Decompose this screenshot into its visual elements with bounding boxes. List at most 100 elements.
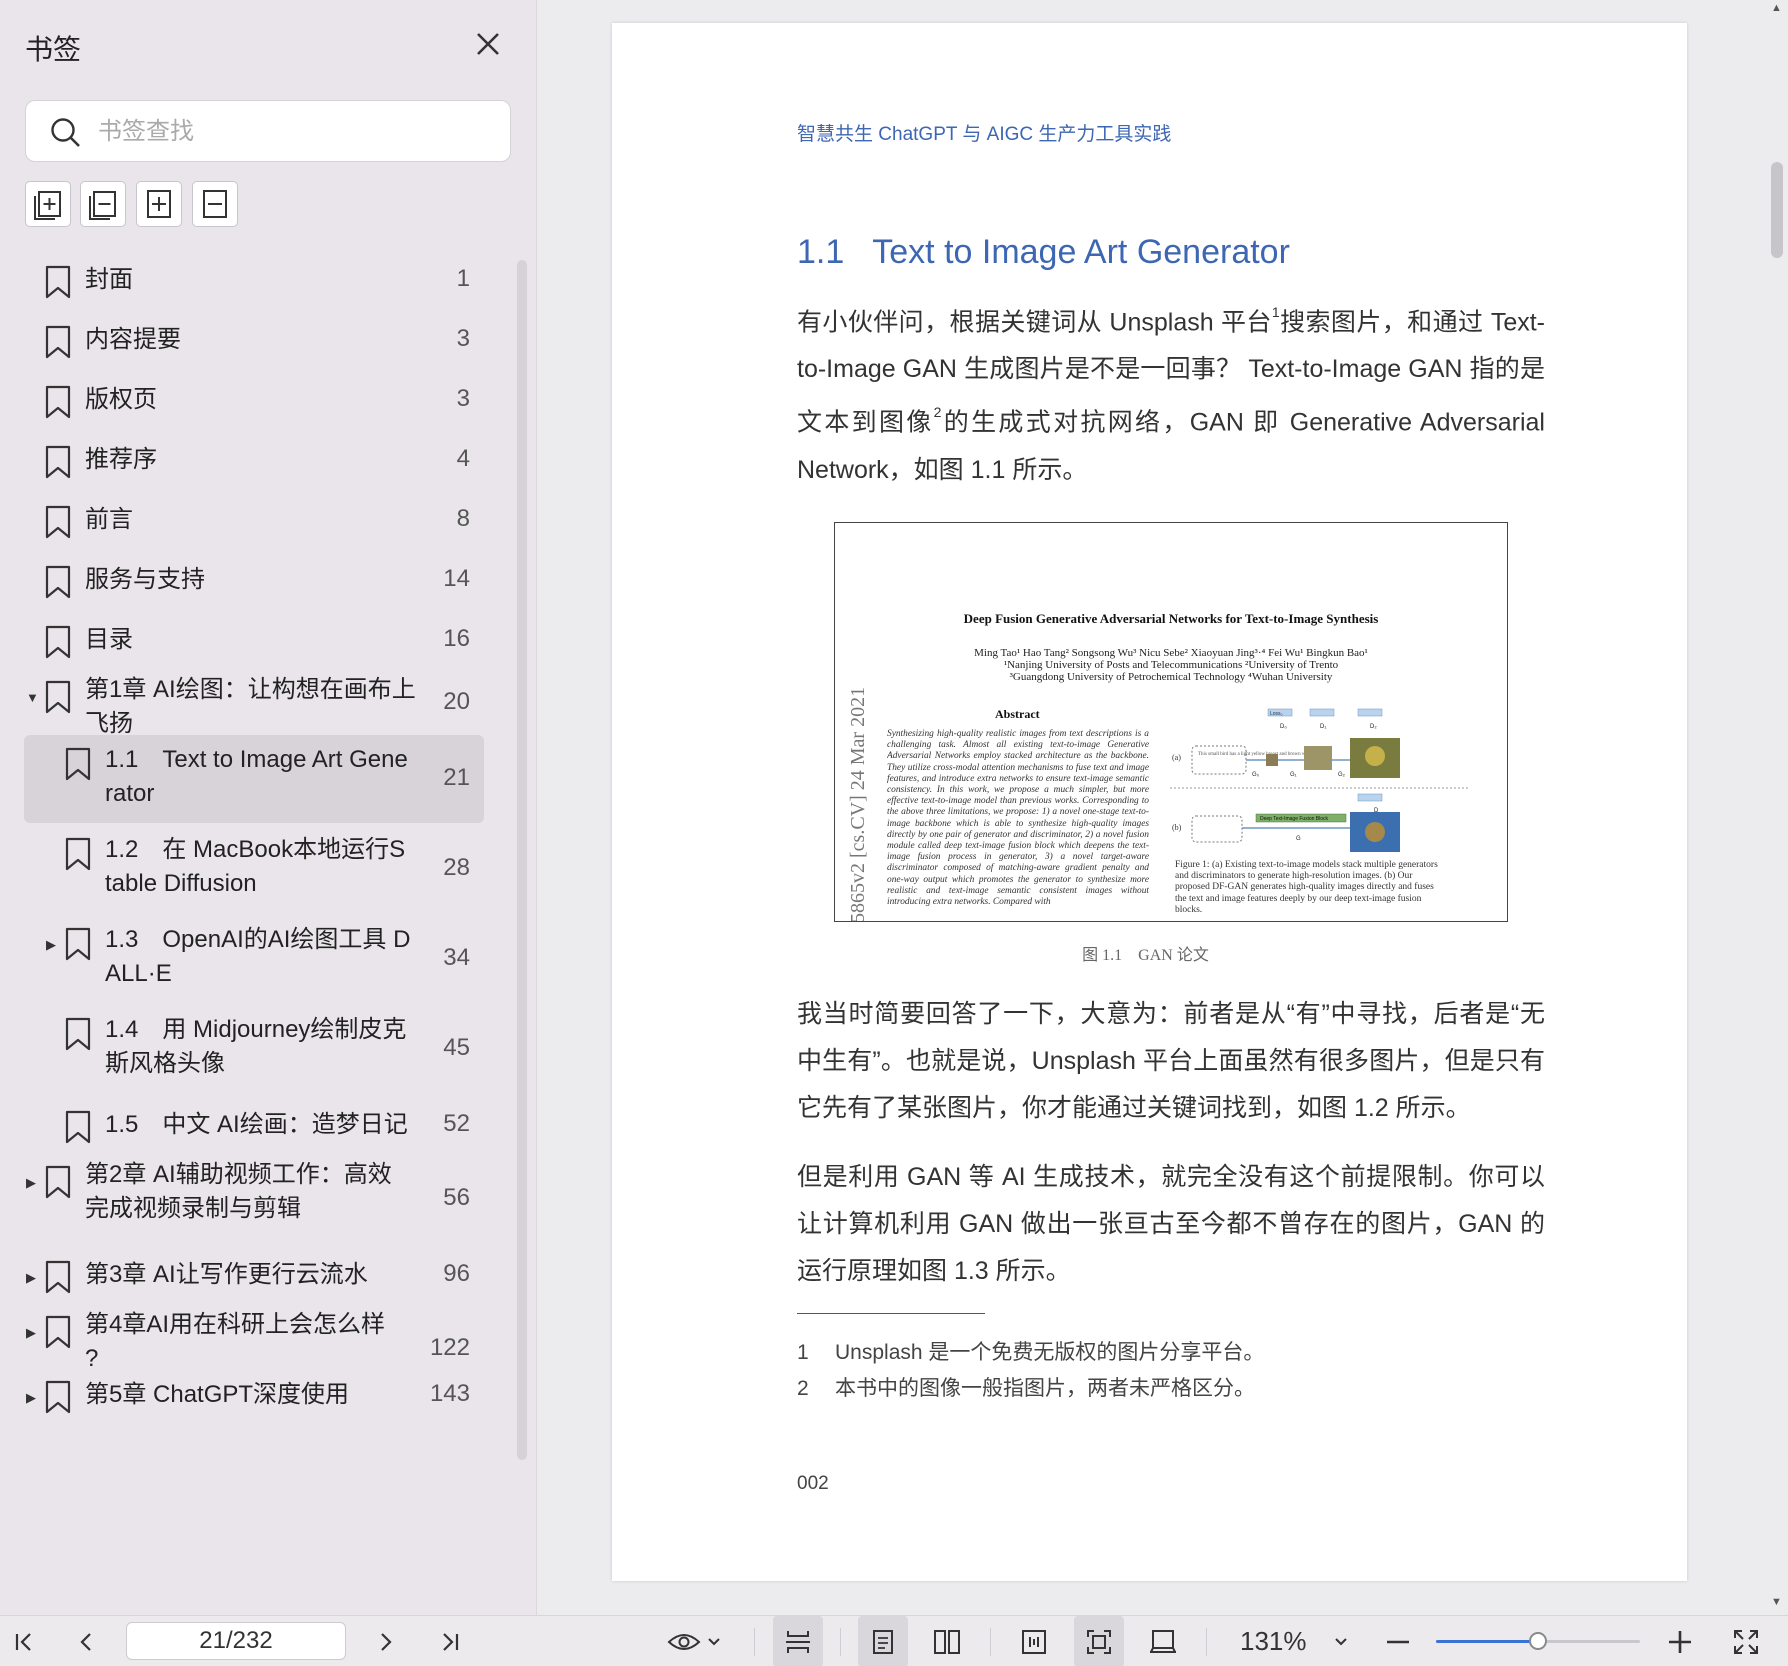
figure-affiliations-1: ¹Nanjing University of Posts and Telecom… (1003, 659, 1339, 671)
bookmark-page-number: 8 (456, 505, 470, 532)
bookmark-item[interactable]: ▶ 第2章 AI辅助视频工作：高效 完成视频录制与剪辑 56 (24, 1155, 484, 1243)
scrollbar-thumb[interactable] (1771, 162, 1783, 258)
bookmark-page-number: 16 (443, 625, 470, 652)
collapsed-arrow-icon[interactable]: ▶ (26, 1390, 36, 1406)
collapse-all-icon[interactable] (80, 181, 126, 227)
bookmark-label: 1.2 在 MacBook本地运行S table Diffusion (105, 833, 405, 901)
bookmark-item[interactable]: 1.1 Text to Image Art Gene rator 21 (24, 735, 484, 823)
bookmark-item[interactable]: ▶ 1.3 OpenAI的AI绘图工具 D ALL·E 34 (24, 915, 484, 1003)
bookmark-item[interactable]: ▶ 第3章 AI让写作更行云流水 96 (24, 1245, 484, 1305)
bookmark-icon (45, 565, 71, 599)
page-number: 002 (797, 1473, 829, 1494)
add-bookmark-icon[interactable] (136, 181, 182, 227)
sidebar-scrollbar[interactable] (517, 260, 527, 1460)
bookmark-label-line-1: 第4章AI用在科研上会怎么样 (85, 1311, 386, 1338)
last-page-icon[interactable] (432, 1616, 468, 1666)
bookmark-label: 第5章 ChatGPT深度使用 (85, 1381, 350, 1408)
bookmark-item[interactable]: 1.2 在 MacBook本地运行S table Diffusion 28 (24, 825, 484, 913)
zoom-dropdown[interactable] (1326, 1616, 1356, 1666)
bookmark-label: 1.4 用 Midjourney绘制皮克 斯风格头像 (105, 1013, 406, 1081)
view-mode-dropdown[interactable] (664, 1616, 724, 1666)
page-number-input[interactable]: 21/232 (126, 1622, 346, 1660)
bookmark-page-number: 3 (456, 325, 470, 352)
bookmark-item[interactable]: 1.5 中文 AI绘画：造梦日记 52 (24, 1095, 484, 1155)
bookmark-label-line-2: 斯风格头像 (105, 1050, 225, 1077)
collapsed-arrow-icon[interactable]: ▶ (26, 1325, 36, 1341)
two-page-icon[interactable] (922, 1616, 972, 1666)
bookmark-item[interactable]: 目录 16 (24, 610, 484, 670)
bookmark-item[interactable]: 1.4 用 Midjourney绘制皮克 斯风格头像 45 (24, 1005, 484, 1093)
expand-all-icon[interactable] (25, 181, 71, 227)
fit-page-icon[interactable] (1074, 1616, 1124, 1666)
bookmark-icon (45, 325, 71, 359)
remove-bookmark-icon[interactable] (192, 181, 238, 227)
g1-label: G₁ (1290, 772, 1297, 778)
loss-box-1 (1309, 708, 1335, 717)
bookmark-item[interactable]: 服务与支持 14 (24, 550, 484, 610)
zoom-slider-fill (1436, 1640, 1538, 1643)
bookmark-item[interactable]: ▼ 第1章 AI绘图：让构想在画布上 飞扬 20 (24, 670, 484, 737)
search-icon (51, 118, 80, 147)
footnote-ref-2[interactable]: 2 (934, 404, 942, 420)
bookmark-item[interactable]: 推荐序 4 (24, 430, 484, 490)
single-page-icon[interactable] (858, 1616, 908, 1666)
fit-width-icon[interactable] (1009, 1616, 1059, 1666)
scroll-up-icon[interactable]: ▲ (1771, 2, 1782, 14)
bookmark-page-number: 122 (429, 1334, 470, 1361)
bookmark-icon (45, 385, 71, 419)
bookmark-label: 前言 (85, 506, 133, 533)
bookmark-label: 封面 (85, 266, 133, 293)
collapsed-arrow-icon[interactable]: ▶ (26, 1175, 36, 1191)
abstract-heading: Abstract (995, 707, 1040, 721)
figure-authors: Ming Tao¹ Hao Tang² Songsong Wu³ Nicu Se… (974, 647, 1368, 659)
fusion-block-label: Deep Text-Image Fusion Block (1260, 816, 1328, 822)
text-bubble-a (1191, 745, 1247, 775)
fullscreen-icon[interactable] (1728, 1616, 1764, 1666)
bookmark-search-input[interactable] (98, 113, 488, 151)
next-page-icon[interactable] (368, 1616, 404, 1666)
bubble-text-a: This small bird has a light yellow breas… (1198, 752, 1315, 757)
paragraph-1: 有小伙伴问，根据关键词从 Unsplash 平台1搜索图片，和通过 Text-t… (797, 293, 1545, 494)
bookmark-item[interactable]: 内容提要 3 (24, 310, 484, 370)
close-icon[interactable] (470, 26, 506, 62)
bookmark-item[interactable]: ▶ 第5章 ChatGPT深度使用 143 (24, 1365, 484, 1425)
bookmark-item[interactable]: 封面 1 (24, 250, 484, 310)
bookmark-label: 目录 (85, 626, 133, 653)
first-page-icon[interactable] (6, 1616, 42, 1666)
zoom-out-icon[interactable] (1380, 1616, 1416, 1666)
section-title: Text to Image Art Generator (872, 233, 1290, 271)
figure-caption: 图 1.1 GAN 论文 (1082, 947, 1209, 964)
eye-icon (667, 1633, 701, 1650)
zoom-level[interactable]: 131% (1240, 1616, 1307, 1666)
bookmark-icon (45, 1165, 71, 1199)
scroll-down-icon[interactable]: ▼ (1771, 1596, 1782, 1608)
chevron-down-icon (708, 1637, 720, 1645)
bookmark-page-number: 56 (443, 1184, 470, 1211)
bottom-toolbar: 21/232 131% (0, 1615, 1788, 1666)
bookmark-page-number: 143 (429, 1380, 470, 1407)
bookmark-item[interactable]: 前言 8 (24, 490, 484, 550)
bookmark-page-number: 1 (456, 265, 470, 292)
footnote-ref-1[interactable]: 1 (1272, 304, 1280, 320)
zoom-in-icon[interactable] (1662, 1616, 1698, 1666)
bookmark-icon (45, 1260, 71, 1294)
expanded-arrow-icon[interactable]: ▼ (26, 690, 39, 705)
bookmark-label-line-2: table Diffusion (105, 870, 257, 897)
bookmark-label-line-1: 1.1 Text to Image Art Gene (105, 746, 408, 773)
prev-page-icon[interactable] (68, 1616, 104, 1666)
document-scrollbar[interactable]: ▲ ▼ (1766, 0, 1788, 1615)
bookmark-icon (65, 1110, 91, 1144)
figure-gan-paper: Deep Fusion Generative Adversarial Netwo… (834, 522, 1508, 922)
zoom-slider-knob[interactable] (1529, 1632, 1547, 1650)
bookmark-icon (45, 1315, 71, 1349)
continuous-scroll-icon[interactable] (773, 1616, 823, 1666)
bookmark-label-line-2: 完成视频录制与剪辑 (85, 1195, 301, 1222)
loss-box-2 (1357, 708, 1383, 717)
collapsed-arrow-icon[interactable]: ▶ (26, 1270, 36, 1286)
zoom-slider[interactable] (1436, 1632, 1640, 1650)
d2-label: D₂ (1370, 724, 1377, 730)
bookmark-item[interactable]: 版权页 3 (24, 370, 484, 430)
collapsed-arrow-icon[interactable]: ▶ (46, 937, 56, 953)
rotate-icon[interactable] (1138, 1616, 1188, 1666)
bookmark-label: 推荐序 (85, 446, 157, 473)
